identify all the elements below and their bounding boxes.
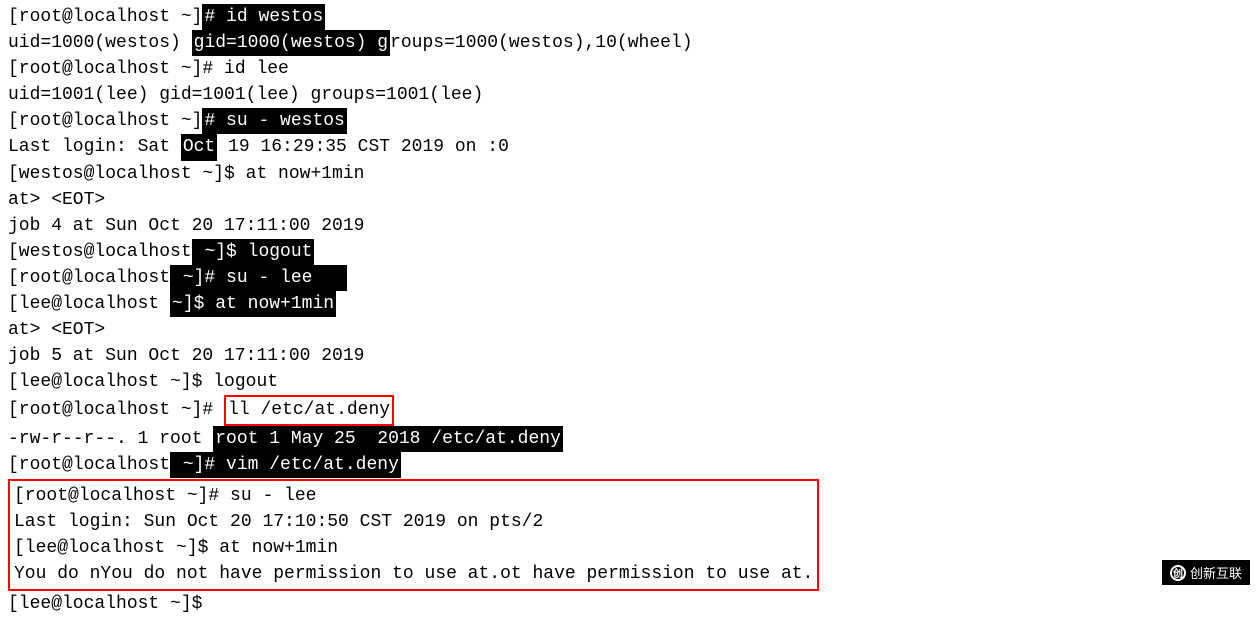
- terminal-line: [lee@localhost ~]$ at now+1min: [8, 291, 1252, 317]
- highlight-vim: ~]# vim /etc/at.deny: [170, 452, 401, 478]
- red-box-block: [root@localhost ~]# su - lee Last login:…: [8, 479, 819, 591]
- terminal-line: -rw-r--r--. 1 root root 1 May 25 2018 /e…: [8, 426, 1252, 452]
- terminal-line: at> <EOT>: [8, 187, 1252, 213]
- highlight-logout: ~]$ logout: [192, 239, 315, 265]
- highlight-atcmd: ~]$ at now+1min: [170, 291, 336, 317]
- terminal-line: at> <EOT>: [8, 317, 1252, 343]
- to-text: to: [705, 564, 727, 584]
- terminal-line: [root@localhost ~]# vim /etc/at.deny: [8, 452, 1252, 478]
- highlight-command: gid=1000(westos) g: [192, 30, 390, 56]
- highlight-command: ~]# su - lee: [170, 265, 347, 291]
- terminal-line: [westos@localhost ~]$ logout: [8, 239, 1252, 265]
- terminal-line: [root@localhost ~]# ll /etc/at.deny: [8, 395, 1252, 425]
- terminal-line: [root@localhost ~]# su - westos: [8, 108, 1252, 134]
- highlight-oct: Oct: [181, 134, 217, 160]
- terminal-line: [root@localhost ~]# su - lee: [8, 265, 1252, 291]
- highlight-command: # su - westos: [202, 108, 346, 134]
- terminal-line: [lee@localhost ~]$: [8, 591, 1252, 617]
- watermark-icon: 创: [1170, 565, 1186, 581]
- terminal-line: job 4 at Sun Oct 20 17:11:00 2019: [8, 213, 1252, 239]
- terminal-line: job 5 at Sun Oct 20 17:11:00 2019: [8, 343, 1252, 369]
- terminal-line: [lee@localhost ~]$ logout: [8, 369, 1252, 395]
- terminal-line: [lee@localhost ~]$ at now+1min: [14, 535, 813, 561]
- terminal-line: uid=1000(westos) gid=1000(westos) groups…: [8, 30, 1252, 56]
- terminal-line: [westos@localhost ~]$ at now+1min: [8, 161, 1252, 187]
- highlight-command: # id westos: [202, 4, 325, 30]
- highlight-root: root 1 May 25 2018 /etc/at.deny: [213, 426, 563, 452]
- terminal-line: [root@localhost ~]# id westos: [8, 4, 1252, 30]
- permission-text: You do not have permission to use at.: [100, 564, 500, 584]
- terminal-line: You do nYou do not have permission to us…: [14, 561, 813, 587]
- terminal-line: [root@localhost ~]# su - lee: [14, 483, 813, 509]
- terminal-window: [root@localhost ~]# id westos uid=1000(w…: [0, 0, 1260, 593]
- terminal-line: uid=1001(lee) gid=1001(lee) groups=1001(…: [8, 82, 1252, 108]
- watermark-text: 创新互联: [1190, 563, 1242, 582]
- watermark: 创 创新互联: [1162, 560, 1250, 585]
- terminal-line: Last login: Sat Oct 19 16:29:35 CST 2019…: [8, 134, 1252, 160]
- highlight-red-command: ll /etc/at.deny: [224, 395, 394, 425]
- terminal-line: [root@localhost ~]# id lee: [8, 56, 1252, 82]
- terminal-line: Last login: Sun Oct 20 17:10:50 CST 2019…: [14, 509, 813, 535]
